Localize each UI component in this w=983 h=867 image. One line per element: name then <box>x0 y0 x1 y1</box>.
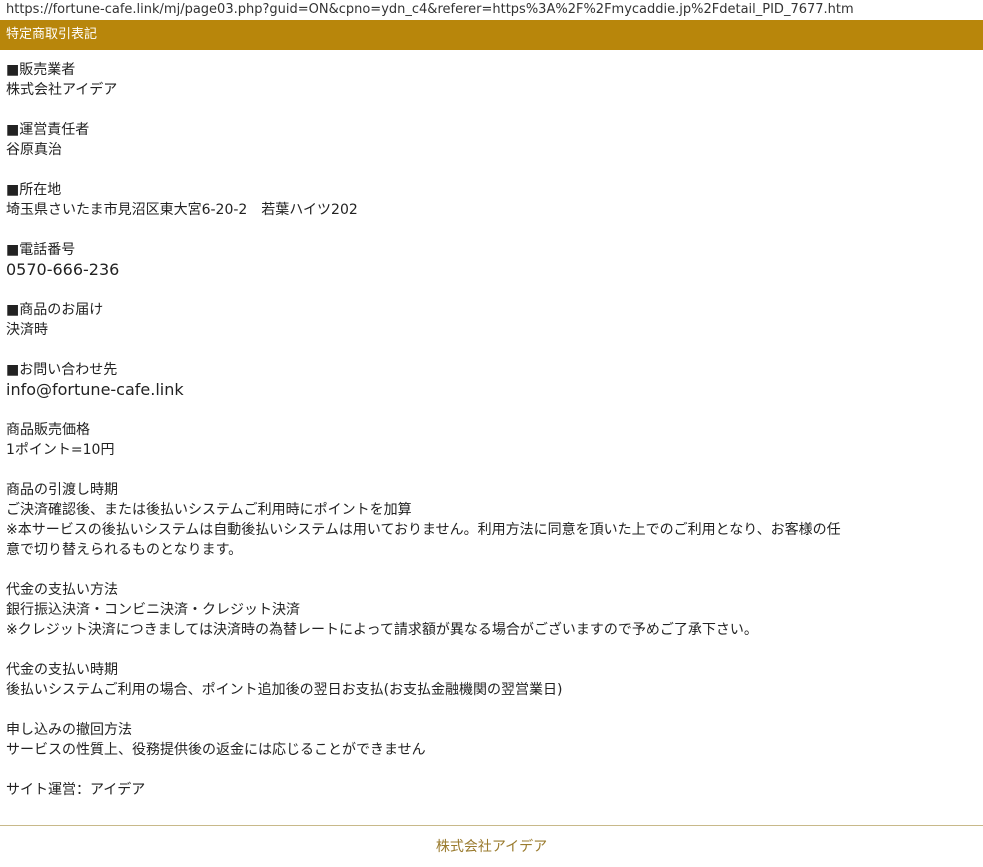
section-payment-timing: 代金の支払い時期 後払いシステムご利用の場合、ポイント追加後の翌日お支払(お支払… <box>6 660 971 700</box>
section-value: 後払いシステムご利用の場合、ポイント追加後の翌日お支払(お支払金融機関の翌営業日… <box>6 682 563 698</box>
section-value: サービスの性質上、役務提供後の返金には応じることができません <box>6 742 426 758</box>
section-heading: 商品の引渡し時期 <box>6 482 118 498</box>
section-heading: 代金の支払い時期 <box>6 662 118 678</box>
section-value: 1ポイント=10円 <box>6 442 115 458</box>
section-value: 銀行振込決済・コンビニ決済・クレジット決済 <box>6 602 300 618</box>
section-heading: 代金の支払い方法 <box>6 582 118 598</box>
section-phone: ■電話番号 0570-666-236 <box>6 240 971 280</box>
section-value: 株式会社アイデア <box>6 82 118 98</box>
section-heading: ■所在地 <box>6 182 62 198</box>
section-contact: ■お問い合わせ先 info@fortune-cafe.link <box>6 360 971 400</box>
section-heading: ■販売業者 <box>6 62 76 78</box>
section-heading: ■商品のお届け <box>6 302 104 318</box>
page-title-bar: 特定商取引表記 <box>0 20 983 50</box>
page-title: 特定商取引表記 <box>6 27 98 42</box>
section-heading: ■お問い合わせ先 <box>6 362 118 378</box>
section-value: 決済時 <box>6 322 48 338</box>
section-manager: ■運営責任者 谷原真治 <box>6 120 971 160</box>
site-operator: サイト運営：アイデア <box>6 782 146 798</box>
section-handover: 商品の引渡し時期 ご決済確認後、または後払いシステムご利用時にポイントを加算 ※… <box>6 480 971 560</box>
section-heading: 商品販売価格 <box>6 422 90 438</box>
footer-company-name: 株式会社アイデア <box>435 839 548 855</box>
section-heading: 申し込みの撤回方法 <box>6 722 132 738</box>
section-value: 埼玉県さいたま市見沼区東大宮6-20-2 若葉ハイツ202 <box>6 202 358 218</box>
section-value: ご決済確認後、または後払いシステムご利用時にポイントを加算 <box>6 502 412 518</box>
section-delivery: ■商品のお届け 決済時 <box>6 300 971 340</box>
contact-email: info@fortune-cafe.link <box>6 380 184 399</box>
section-heading: ■電話番号 <box>6 242 76 258</box>
section-cancellation: 申し込みの撤回方法 サービスの性質上、役務提供後の返金には応じることができません <box>6 720 971 760</box>
section-value: 意で切り替えられるものとなります。 <box>6 542 243 558</box>
section-price: 商品販売価格 1ポイント=10円 <box>6 420 971 460</box>
section-heading: ■運営責任者 <box>6 122 90 138</box>
phone-number: 0570-666-236 <box>6 260 120 279</box>
section-value: ※本サービスの後払いシステムは自動後払いシステムは用いておりません。利用方法に同… <box>6 522 841 538</box>
address-bar-url[interactable]: https://fortune-cafe.link/mj/page03.php?… <box>0 0 983 20</box>
section-value: ※クレジット決済につきましては決済時の為替レートによって請求額が異なる場合がござ… <box>6 622 758 638</box>
page-footer: 株式会社アイデア <box>0 825 983 867</box>
legal-notice-content: ■販売業者 株式会社アイデア ■運営責任者 谷原真治 ■所在地 埼玉県さいたま市… <box>0 50 983 800</box>
section-seller: ■販売業者 株式会社アイデア <box>6 60 971 100</box>
section-payment-method: 代金の支払い方法 銀行振込決済・コンビニ決済・クレジット決済 ※クレジット決済に… <box>6 580 971 640</box>
section-address: ■所在地 埼玉県さいたま市見沼区東大宮6-20-2 若葉ハイツ202 <box>6 180 971 220</box>
section-operator: サイト運営：アイデア <box>6 780 971 800</box>
section-value: 谷原真治 <box>6 142 62 158</box>
